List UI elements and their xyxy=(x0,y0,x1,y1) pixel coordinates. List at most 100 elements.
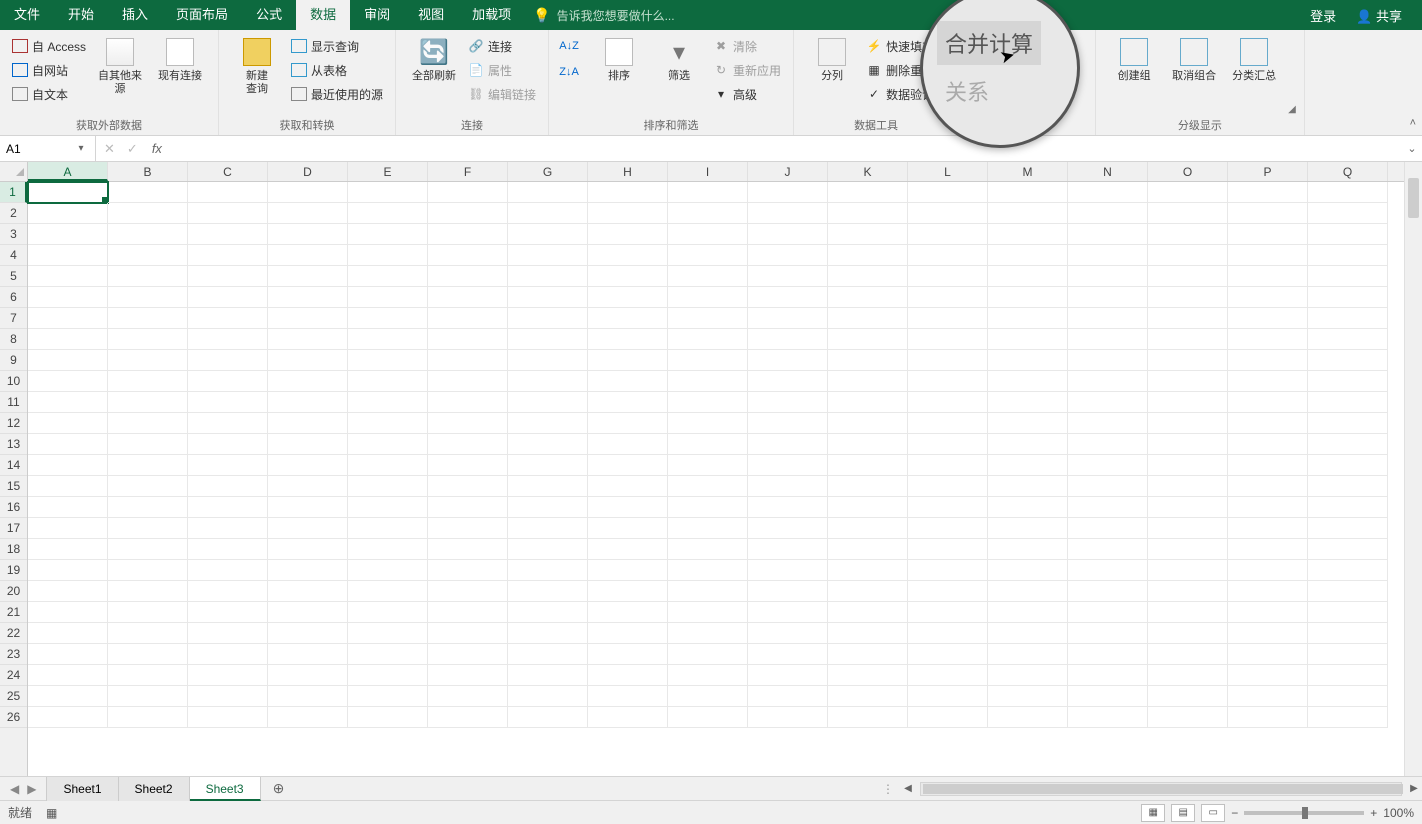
cell-I12[interactable] xyxy=(668,413,748,434)
cell-O12[interactable] xyxy=(1148,413,1228,434)
cell-F15[interactable] xyxy=(428,476,508,497)
existing-connections-button[interactable]: 现有连接 xyxy=(150,34,210,85)
cell-A2[interactable] xyxy=(28,203,108,224)
row-header-13[interactable]: 13 xyxy=(0,434,27,455)
cell-N11[interactable] xyxy=(1068,392,1148,413)
horizontal-scrollbar[interactable]: ⋮ ◀ ▶ xyxy=(882,782,1422,796)
cell-J1[interactable] xyxy=(748,182,828,203)
cell-O8[interactable] xyxy=(1148,329,1228,350)
cell-O24[interactable] xyxy=(1148,665,1228,686)
cell-F16[interactable] xyxy=(428,497,508,518)
cell-H13[interactable] xyxy=(588,434,668,455)
cell-K1[interactable] xyxy=(828,182,908,203)
cell-H26[interactable] xyxy=(588,707,668,728)
cell-F1[interactable] xyxy=(428,182,508,203)
cell-N5[interactable] xyxy=(1068,266,1148,287)
select-all-corner[interactable] xyxy=(0,162,28,182)
cell-Q10[interactable] xyxy=(1308,371,1388,392)
refresh-all-button[interactable]: 🔄 全部刷新 xyxy=(404,34,464,85)
cell-N18[interactable] xyxy=(1068,539,1148,560)
row-header-3[interactable]: 3 xyxy=(0,224,27,245)
cell-A21[interactable] xyxy=(28,602,108,623)
cell-A20[interactable] xyxy=(28,581,108,602)
cell-N25[interactable] xyxy=(1068,686,1148,707)
cell-H5[interactable] xyxy=(588,266,668,287)
zoom-level[interactable]: 100% xyxy=(1383,806,1414,820)
cell-Q12[interactable] xyxy=(1308,413,1388,434)
cell-I4[interactable] xyxy=(668,245,748,266)
cell-A5[interactable] xyxy=(28,266,108,287)
cell-F5[interactable] xyxy=(428,266,508,287)
cell-G16[interactable] xyxy=(508,497,588,518)
cell-L16[interactable] xyxy=(908,497,988,518)
cell-N2[interactable] xyxy=(1068,203,1148,224)
cell-C19[interactable] xyxy=(188,560,268,581)
cell-D14[interactable] xyxy=(268,455,348,476)
cell-A1[interactable] xyxy=(28,182,108,203)
cell-H18[interactable] xyxy=(588,539,668,560)
cell-E9[interactable] xyxy=(348,350,428,371)
tab-view[interactable]: 视图 xyxy=(404,0,458,30)
cell-M6[interactable] xyxy=(988,287,1068,308)
cell-D12[interactable] xyxy=(268,413,348,434)
cell-N9[interactable] xyxy=(1068,350,1148,371)
cell-I13[interactable] xyxy=(668,434,748,455)
cell-J6[interactable] xyxy=(748,287,828,308)
column-headers[interactable]: ABCDEFGHIJKLMNOPQ xyxy=(28,162,1404,182)
cell-G24[interactable] xyxy=(508,665,588,686)
cell-E18[interactable] xyxy=(348,539,428,560)
row-header-8[interactable]: 8 xyxy=(0,329,27,350)
cell-J13[interactable] xyxy=(748,434,828,455)
cell-L24[interactable] xyxy=(908,665,988,686)
tab-formulas[interactable]: 公式 xyxy=(242,0,296,30)
cell-I20[interactable] xyxy=(668,581,748,602)
cell-F22[interactable] xyxy=(428,623,508,644)
cell-E25[interactable] xyxy=(348,686,428,707)
cell-G12[interactable] xyxy=(508,413,588,434)
zoom-in-button[interactable]: + xyxy=(1370,806,1377,820)
sheet-nav-next[interactable]: ▶ xyxy=(27,782,36,796)
cell-E6[interactable] xyxy=(348,287,428,308)
cell-N7[interactable] xyxy=(1068,308,1148,329)
cell-D24[interactable] xyxy=(268,665,348,686)
cell-G4[interactable] xyxy=(508,245,588,266)
cell-A26[interactable] xyxy=(28,707,108,728)
cell-B6[interactable] xyxy=(108,287,188,308)
cell-P16[interactable] xyxy=(1228,497,1308,518)
cell-G26[interactable] xyxy=(508,707,588,728)
cell-I10[interactable] xyxy=(668,371,748,392)
cell-D6[interactable] xyxy=(268,287,348,308)
cell-B22[interactable] xyxy=(108,623,188,644)
cell-C17[interactable] xyxy=(188,518,268,539)
cell-J7[interactable] xyxy=(748,308,828,329)
cell-E10[interactable] xyxy=(348,371,428,392)
cell-O22[interactable] xyxy=(1148,623,1228,644)
cell-F25[interactable] xyxy=(428,686,508,707)
cell-E4[interactable] xyxy=(348,245,428,266)
cell-I19[interactable] xyxy=(668,560,748,581)
cell-H11[interactable] xyxy=(588,392,668,413)
cell-Q25[interactable] xyxy=(1308,686,1388,707)
cell-J4[interactable] xyxy=(748,245,828,266)
cell-O23[interactable] xyxy=(1148,644,1228,665)
cell-A13[interactable] xyxy=(28,434,108,455)
row-header-7[interactable]: 7 xyxy=(0,308,27,329)
cell-J23[interactable] xyxy=(748,644,828,665)
fx-icon[interactable]: fx xyxy=(152,141,162,156)
cell-B4[interactable] xyxy=(108,245,188,266)
hscroll-thumb[interactable] xyxy=(923,784,1403,794)
cell-I2[interactable] xyxy=(668,203,748,224)
collapse-ribbon-button[interactable]: ˄ xyxy=(1410,117,1416,129)
cell-M23[interactable] xyxy=(988,644,1068,665)
cell-D17[interactable] xyxy=(268,518,348,539)
cell-K25[interactable] xyxy=(828,686,908,707)
from-web-button[interactable]: 自网站 xyxy=(8,58,90,82)
cell-D4[interactable] xyxy=(268,245,348,266)
cell-I24[interactable] xyxy=(668,665,748,686)
cell-A25[interactable] xyxy=(28,686,108,707)
cell-K19[interactable] xyxy=(828,560,908,581)
cell-B12[interactable] xyxy=(108,413,188,434)
cell-F19[interactable] xyxy=(428,560,508,581)
cell-J26[interactable] xyxy=(748,707,828,728)
show-queries-button[interactable]: 显示查询 xyxy=(287,34,387,58)
